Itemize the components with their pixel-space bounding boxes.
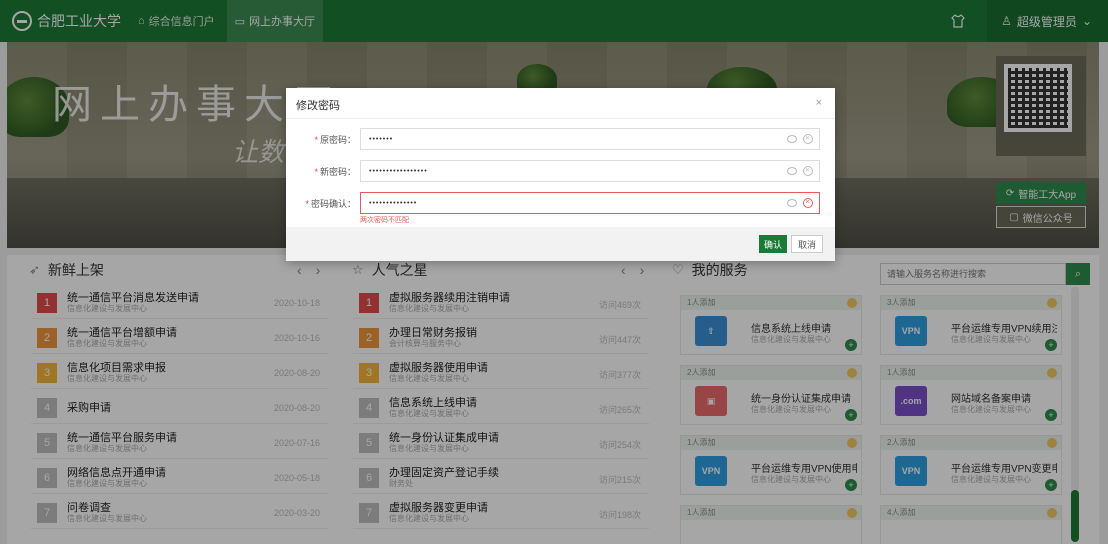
password-mismatch-error: 两次密码不匹配 xyxy=(360,217,409,224)
confirm-password-value: •••••••••••••• xyxy=(369,199,418,207)
new-password-field[interactable]: ••••••••••••••••• × xyxy=(360,160,820,182)
old-password-field[interactable]: ••••••• × xyxy=(360,128,820,150)
modal-overlay[interactable] xyxy=(0,0,1108,544)
close-icon[interactable]: × xyxy=(816,97,822,109)
cancel-button[interactable]: 取消 xyxy=(791,235,823,253)
eye-icon[interactable] xyxy=(787,199,797,207)
eye-icon[interactable] xyxy=(787,135,797,143)
confirm-password-field[interactable]: •••••••••••••• × xyxy=(360,192,820,214)
dialog-title: 修改密码 xyxy=(296,100,340,112)
change-password-dialog: 修改密码 × * 原密码： ••••••• × * 新密码： •••••••••••… xyxy=(286,88,835,261)
new-password-row: * 新密码： ••••••••••••••••• × xyxy=(286,160,835,182)
eye-icon[interactable] xyxy=(787,167,797,175)
clear-icon[interactable]: × xyxy=(803,134,813,144)
confirm-button[interactable]: 确认 xyxy=(759,235,787,253)
old-password-row: * 原密码： ••••••• × xyxy=(286,128,835,150)
divider xyxy=(286,118,835,119)
old-password-value: ••••••• xyxy=(369,135,394,143)
dialog-footer: 确认 取消 xyxy=(286,227,835,261)
confirm-password-row: * 密码确认： •••••••••••••• × xyxy=(286,192,835,214)
new-password-value: ••••••••••••••••• xyxy=(369,167,428,175)
clear-icon[interactable]: × xyxy=(803,166,813,176)
new-password-label: * 新密码： xyxy=(314,167,356,177)
old-password-label: * 原密码： xyxy=(314,135,356,145)
confirm-password-label: * 密码确认： xyxy=(305,199,356,209)
error-clear-icon[interactable]: × xyxy=(803,198,813,208)
